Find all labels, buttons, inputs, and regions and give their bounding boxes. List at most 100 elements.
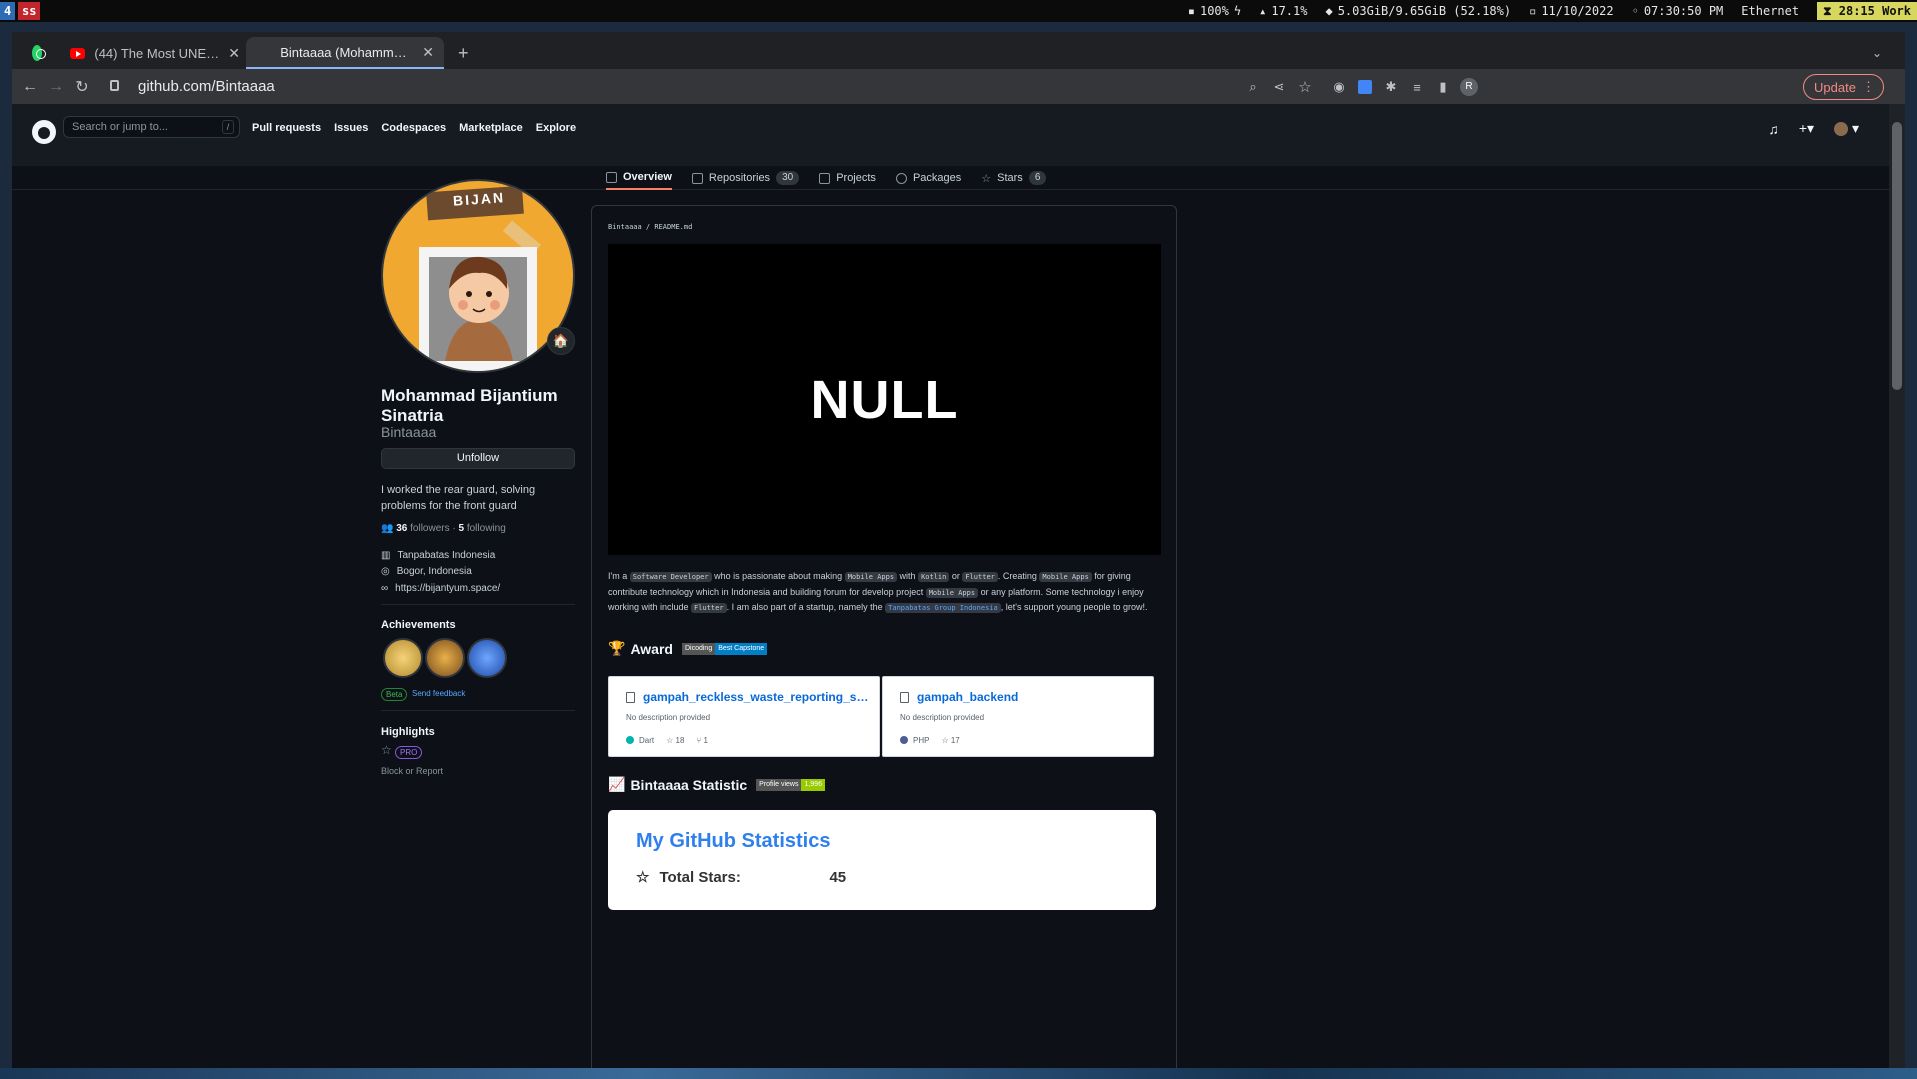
- divider: [381, 604, 575, 605]
- side-panel-icon[interactable]: ▮: [1429, 73, 1457, 101]
- back-button[interactable]: ←: [16, 73, 44, 101]
- search-input[interactable]: Search or jump to... /: [63, 116, 240, 138]
- chart-icon: 📈: [608, 776, 626, 792]
- repo-stars: ☆ 18: [666, 736, 685, 745]
- profile-views-badge: Profile views 1,996: [756, 778, 825, 791]
- nav-marketplace[interactable]: Marketplace: [459, 122, 523, 134]
- follow-stats: 👥 36 followers · 5 following: [381, 523, 506, 534]
- status-emoji-button[interactable]: 🏠: [547, 327, 575, 355]
- profile-location: ◎ Bogor, Indonesia: [381, 566, 472, 577]
- highlights-heading: Highlights: [381, 726, 435, 738]
- date-status: ▫ 11/10/2022: [1529, 4, 1614, 18]
- repo-meta: PHP ☆ 17: [900, 736, 960, 745]
- tab-whatsapp[interactable]: [22, 37, 52, 69]
- close-icon[interactable]: ✕: [422, 44, 434, 61]
- address-bar[interactable]: github.com/Bintaaaa: [138, 78, 275, 95]
- achievement-badge-quickdraw[interactable]: [383, 638, 423, 678]
- tab-stars[interactable]: ☆ Stars 6: [981, 166, 1047, 190]
- workspace-indicator[interactable]: ss: [18, 2, 41, 20]
- language-color-dot: [626, 736, 634, 744]
- tab-packages[interactable]: Packages: [895, 166, 961, 190]
- memory-icon: ◆: [1325, 4, 1333, 18]
- tab-projects[interactable]: Projects: [819, 166, 876, 190]
- profile-website[interactable]: ∞ https://bijantyum.space/: [381, 583, 500, 594]
- profile-company: ▥ Tanpabatas Indonesia: [381, 550, 496, 561]
- calendar-icon: ▫: [1529, 4, 1537, 18]
- tanpabatas-link[interactable]: Tanpabatas Group Indonesia: [885, 603, 1001, 613]
- repo-icon: [900, 692, 909, 703]
- update-button[interactable]: Update ⋮: [1803, 74, 1884, 100]
- banner-text: NULL: [810, 369, 959, 430]
- tab-youtube[interactable]: (44) The Most UNEXPECTED E ✕: [60, 37, 250, 69]
- nav-pull-requests[interactable]: Pull requests: [252, 122, 321, 134]
- following-link[interactable]: 5 following: [459, 523, 506, 534]
- people-icon: 👥: [381, 523, 397, 534]
- repo-name[interactable]: gampah_backend: [917, 690, 1149, 704]
- bell-icon[interactable]: ♫: [1768, 121, 1779, 137]
- browser-window: (44) The Most UNEXPECTED E ✕ Bintaaaa (M…: [12, 32, 1905, 1068]
- repo-name[interactable]: gampah_reckless_waste_reporting_system: [643, 690, 875, 704]
- repo-language: Dart: [626, 736, 654, 745]
- bookmark-star-icon[interactable]: ☆: [1291, 73, 1319, 101]
- profile-name: Mohammad Bijantium Sinatria: [381, 386, 558, 425]
- repo-language: PHP: [900, 736, 929, 745]
- page-scrollbar[interactable]: [1889, 104, 1905, 1068]
- nav-issues[interactable]: Issues: [334, 122, 368, 134]
- star-icon: ☆: [666, 736, 676, 745]
- pinned-repo-card[interactable]: gampah_backend No description provided P…: [882, 676, 1154, 757]
- tab-overview[interactable]: Overview: [606, 166, 672, 190]
- user-avatar-dropdown[interactable]: ▾: [1834, 120, 1859, 137]
- tab-search-button[interactable]: ⌄: [1862, 37, 1892, 69]
- repo-icon: [691, 172, 703, 184]
- block-or-report-link[interactable]: Block or Report: [381, 766, 443, 776]
- browser-toolbar: ← → ↻ github.com/Bintaaaa ⌕ ⋖ ☆ ◉ ✱ ≡ ▮ …: [12, 69, 1905, 104]
- clock-status: ◦ 07:30:50 PM: [1631, 4, 1724, 18]
- profile-bio: I worked the rear guard, solving problem…: [381, 484, 536, 512]
- forward-button[interactable]: →: [42, 73, 70, 101]
- tab-repositories[interactable]: Repositories 30: [691, 166, 800, 190]
- volume-icon: ▪: [1187, 4, 1195, 18]
- achievement-badge-arctic[interactable]: [467, 638, 507, 678]
- tab-strip: (44) The Most UNEXPECTED E ✕ Bintaaaa (M…: [12, 32, 1905, 69]
- zoom-icon[interactable]: ⌕: [1239, 73, 1267, 101]
- achievement-badge-yolo[interactable]: [425, 638, 465, 678]
- reload-button[interactable]: ↻: [68, 73, 96, 101]
- repo-icon: [626, 692, 635, 703]
- send-feedback-link[interactable]: Send feedback: [412, 689, 465, 698]
- stars-count: 6: [1028, 171, 1047, 185]
- beta-label: Beta: [381, 688, 408, 701]
- star-icon: ☆: [636, 869, 650, 886]
- tab-title: (44) The Most UNEXPECTED E: [94, 45, 220, 61]
- incognito-extension-icon[interactable]: ◉: [1325, 73, 1353, 101]
- plus-dropdown-icon[interactable]: +▾: [1799, 120, 1814, 137]
- repo-meta: Dart ☆ 18 ⑂ 1: [626, 736, 708, 745]
- system-top-bar: 4 ss ▪ 100% ϟ ▴ 17.1% ◆ 5.03GiB/9.65GiB (52.…: [0, 0, 1917, 22]
- profile-tab-bar: Overview Repositories 30 Projects Package…: [12, 166, 1889, 190]
- trophy-icon: 🏆: [608, 640, 626, 656]
- github-logo-icon[interactable]: [32, 120, 56, 144]
- inline-code: Mobile Apps: [1039, 572, 1092, 582]
- new-tab-button[interactable]: +: [448, 37, 479, 69]
- repo-forks: ⑂ 1: [696, 736, 708, 745]
- workspace-indicator[interactable]: 4: [0, 2, 16, 20]
- nav-explore[interactable]: Explore: [536, 122, 576, 134]
- breadcrumb-file[interactable]: README.md: [654, 223, 692, 231]
- tab-github-profile[interactable]: Bintaaaa (Mohammad Bijantium Sinatria) ✕: [246, 37, 444, 69]
- avatar[interactable]: BIJAN: [381, 179, 575, 373]
- media-control-icon[interactable]: ≡: [1403, 73, 1431, 101]
- share-icon[interactable]: ⋖: [1265, 73, 1293, 101]
- inline-code: Software Developer: [629, 572, 712, 582]
- breadcrumb: Bintaaaa / README.md: [608, 223, 693, 231]
- inline-code: Mobile Apps: [925, 587, 979, 598]
- breadcrumb-user[interactable]: Bintaaaa: [608, 223, 642, 231]
- translate-extension-icon[interactable]: [1351, 73, 1379, 101]
- scrollbar-thumb[interactable]: [1892, 122, 1902, 390]
- inline-code: Flutter: [962, 572, 998, 582]
- close-icon[interactable]: ✕: [228, 45, 240, 62]
- profile-avatar[interactable]: R: [1455, 73, 1483, 101]
- followers-link[interactable]: 36 followers: [396, 523, 449, 534]
- unfollow-button[interactable]: Unfollow: [381, 448, 575, 469]
- nav-codespaces[interactable]: Codespaces: [381, 122, 446, 134]
- extensions-puzzle-icon[interactable]: ✱: [1377, 73, 1405, 101]
- pinned-repo-card[interactable]: gampah_reckless_waste_reporting_system N…: [608, 676, 880, 757]
